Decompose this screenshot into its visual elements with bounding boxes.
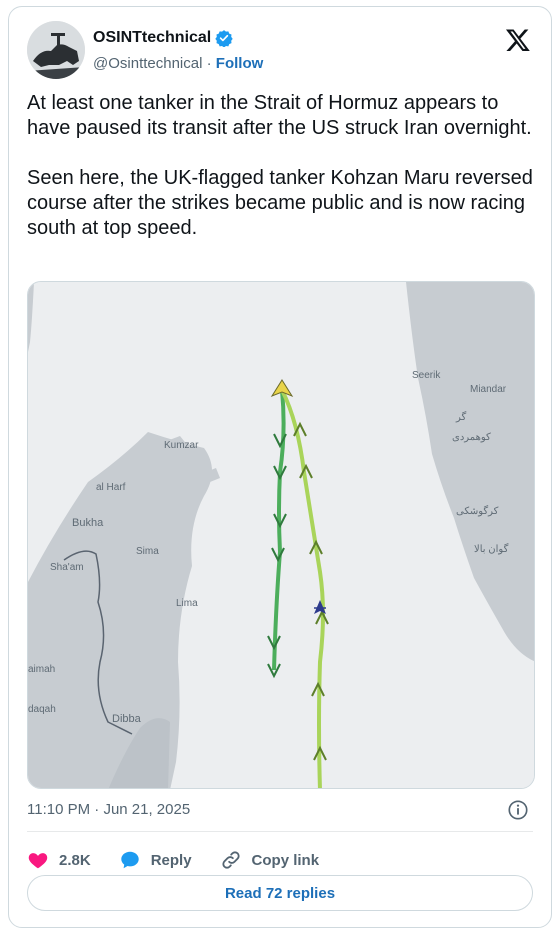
place-label: Dibba (112, 713, 142, 725)
avatar-image (27, 21, 85, 79)
timestamp-separator: · (94, 801, 100, 818)
info-icon[interactable] (507, 799, 529, 821)
place-label: aimah (28, 664, 55, 675)
map-image[interactable]: Seerik Miandar گر کوهمردی Kumzar al Harf… (27, 281, 535, 789)
display-name-row[interactable]: OSINTtechnical (93, 29, 233, 47)
timestamp-time[interactable]: 11:10 PM (27, 801, 90, 818)
display-name[interactable]: OSINTtechnical (93, 29, 211, 47)
handle-separator: · (206, 55, 212, 72)
place-label: Sha'am (50, 562, 84, 573)
place-label: گوان بالا (474, 543, 509, 555)
action-bar: 2.8K Reply Copy link (27, 843, 319, 877)
reply-label: Reply (150, 851, 192, 869)
place-label: کرگوشکی (456, 505, 499, 517)
place-label: کوهمردی (452, 432, 491, 443)
link-icon (221, 851, 240, 869)
tweet-paragraph: Seen here, the UK-flagged tanker Kohzan … (27, 167, 533, 239)
place-label: Lima (176, 598, 198, 609)
read-replies-label: Read 72 replies (224, 884, 336, 902)
place-label: گر (455, 411, 467, 423)
timestamp-date[interactable]: Jun 21, 2025 (103, 801, 190, 818)
place-label: Seerik (412, 370, 441, 381)
heart-icon (28, 853, 48, 869)
tweet-card: OSINTtechnical @Osinttechnical · Follow … (8, 6, 552, 928)
divider (27, 831, 533, 832)
place-label: Kumzar (164, 440, 199, 451)
read-replies-button[interactable]: Read 72 replies (27, 875, 533, 911)
reply-bubble-icon (120, 851, 139, 869)
timestamp[interactable]: 11:10 PM · Jun 21, 2025 (27, 801, 190, 818)
avatar[interactable] (27, 21, 85, 79)
like-count: 2.8K (59, 851, 91, 869)
copy-link-button[interactable]: Copy link (220, 849, 320, 871)
like-button[interactable]: 2.8K (27, 849, 91, 871)
copy-link-label: Copy link (251, 851, 320, 869)
verified-badge-icon (215, 30, 233, 47)
place-label: al Harf (96, 482, 126, 493)
reply-button[interactable]: Reply (119, 849, 192, 871)
handle-row: @Osinttechnical · Follow (93, 55, 263, 72)
place-label: daqah (28, 704, 56, 715)
handle[interactable]: @Osinttechnical (93, 55, 202, 72)
follow-link[interactable]: Follow (216, 55, 264, 72)
place-label: Sima (136, 546, 159, 557)
place-label: Bukha (72, 517, 104, 529)
x-logo-icon[interactable] (505, 27, 531, 53)
place-label: Miandar (470, 384, 507, 395)
tweet-text: At least one tanker in the Strait of Hor… (27, 91, 537, 241)
tweet-paragraph: At least one tanker in the Strait of Hor… (27, 92, 532, 139)
